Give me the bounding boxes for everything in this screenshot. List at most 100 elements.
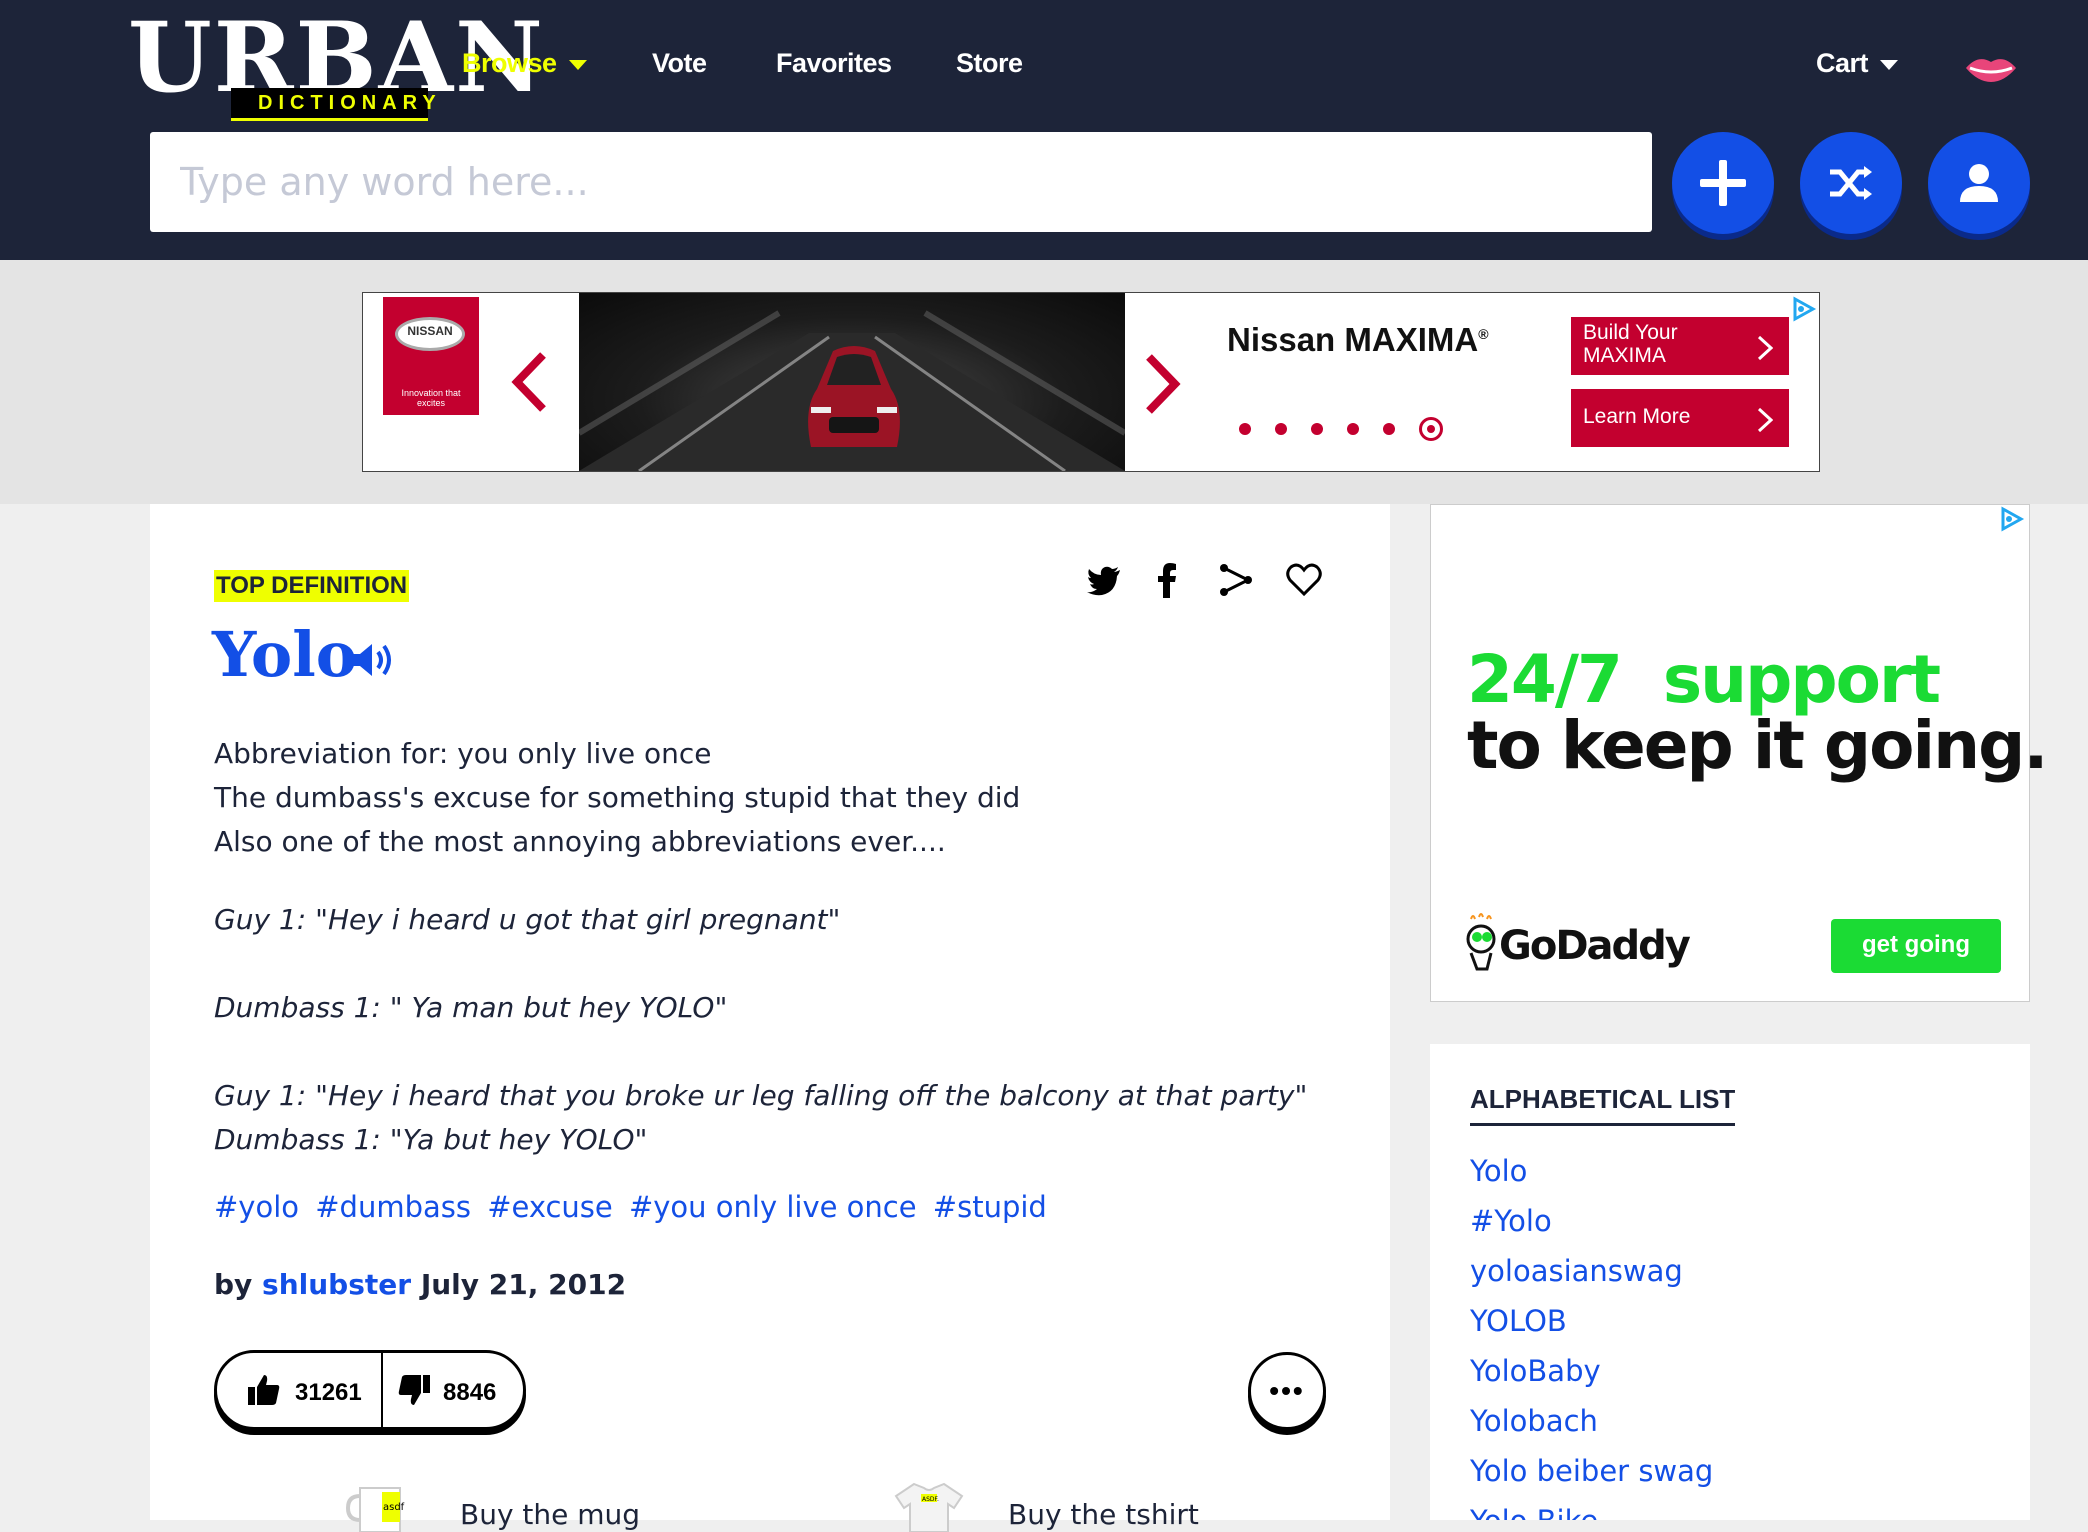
chevron-right-icon [1757,407,1773,433]
tag-link[interactable]: #dumbass [315,1190,471,1224]
ellipsis-icon: ••• [1269,1375,1305,1406]
tag-link[interactable]: #stupid [933,1190,1047,1224]
share-icon[interactable] [1218,562,1254,598]
buy-tshirt-label: Buy the tshirt [1008,1498,1199,1531]
chevron-left-icon[interactable] [509,351,549,413]
mug-print-text: asdf [383,1502,405,1513]
alphabetical-list-title: ALPHABETICAL LIST [1470,1084,1736,1126]
meaning-line: Also one of the most annoying abbreviati… [214,825,946,858]
car-graphic [808,346,900,447]
user-icon [1960,164,1998,202]
tag-link[interactable]: #yolo [214,1190,299,1224]
author-link[interactable]: shlubster [262,1268,411,1301]
add-definition-button[interactable] [1672,132,1774,234]
user-account-button[interactable] [1928,132,2030,234]
upvote-count: 31261 [295,1379,362,1406]
nav-cart[interactable]: Cart [1816,48,1899,79]
adchoices-icon[interactable] [1789,295,1817,323]
list-item[interactable]: #Yolo [1470,1196,1713,1246]
search-input[interactable] [150,132,1652,232]
word-title[interactable]: Yolo [212,618,357,691]
carousel-dot[interactable] [1239,423,1251,435]
nissan-tagline: Innovation that excites [401,388,461,408]
tag-list: #yolo #dumbass #excuse #you only live on… [214,1190,1054,1224]
definition-example: Guy 1: "Hey i heard u got that girl preg… [214,898,1314,1162]
godaddy-brand: GoDaddy [1499,923,1691,969]
carousel-dot[interactable] [1311,423,1323,435]
list-item[interactable]: Yolo Bike [1470,1496,1713,1520]
upvote-button[interactable]: 31261 [217,1353,383,1427]
definition-card: TOP DEFINITION Yolo Abbreviation for: yo… [150,504,1390,1532]
downvote-count: 8846 [443,1379,497,1406]
nav-vote[interactable]: Vote [652,48,707,79]
shuffle-icon [1830,166,1872,200]
carousel-dots[interactable] [1239,417,1467,441]
list-item[interactable]: Yolo [1470,1146,1713,1196]
example-line [214,942,1314,986]
get-going-button[interactable]: get going [1831,919,2001,973]
vote-buttons: 31261 8846 [214,1350,526,1430]
godaddy-ad[interactable]: 24/7 support to keep it going. GoDaddy g… [1430,504,2048,1002]
top-definition-badge: TOP DEFINITION [214,570,410,602]
chevron-down-icon [568,59,587,70]
alphabetical-list: ALPHABETICAL LIST Yolo #Yolo yoloasiansw… [1430,1044,2030,1520]
tag-link[interactable]: #excuse [487,1190,613,1224]
chevron-down-icon [1880,59,1899,70]
build-your-maxima-button[interactable]: Build Your MAXIMA [1571,317,1789,375]
byline: by shlubster July 21, 2012 [214,1268,626,1301]
urban-dictionary-logo[interactable]: URBAN DICTIONARY [128,10,543,121]
nav-browse-label: Browse [462,48,557,78]
ad-title-text: Nissan MAXIMA [1227,321,1479,358]
list-item[interactable]: yoloasianswag [1470,1246,1713,1296]
nav-browse[interactable]: Browse [462,48,587,79]
meaning-line: Abbreviation for: you only live once [214,737,712,770]
tag-link[interactable]: #you only live once [629,1190,917,1224]
twitter-icon[interactable] [1086,562,1122,598]
ad-band: NISSAN Innovation that excites Nissan MA… [0,260,2088,504]
definition-meaning: Abbreviation for: you only live once The… [214,732,1314,864]
carousel-dot[interactable] [1275,423,1287,435]
adchoices-icon[interactable] [1997,505,2025,533]
learn-more-button[interactable]: Learn More [1571,389,1789,447]
heart-icon[interactable] [1286,562,1322,598]
random-word-button[interactable] [1800,132,1902,234]
list-item[interactable]: Yolobach [1470,1396,1713,1446]
nav-store[interactable]: Store [956,48,1023,79]
carousel-dot[interactable] [1419,417,1443,441]
facebook-icon[interactable] [1150,562,1186,598]
site-header: URBAN DICTIONARY Browse Vote Favorites S… [0,0,2088,260]
learn-more-label: Learn More [1583,405,1691,428]
list-item[interactable]: Yolo beiber swag [1470,1446,1713,1496]
build-button-label: Build Your MAXIMA [1583,321,1678,368]
nav-cart-label: Cart [1816,48,1869,78]
tshirt-image: ASDF. [894,1482,964,1532]
registered-mark: ® [1478,326,1489,342]
carousel-dot[interactable] [1383,423,1395,435]
nissan-logo-text: NISSAN [407,324,453,338]
nissan-ad-banner[interactable]: NISSAN Innovation that excites Nissan MA… [362,292,1820,472]
list-item[interactable]: YoloBaby [1470,1346,1713,1396]
buy-mug-label: Buy the mug [460,1498,641,1531]
list-item[interactable]: YOLOB [1470,1296,1713,1346]
ad-title: Nissan MAXIMA® [1227,321,1489,359]
alphabetical-items: Yolo #Yolo yoloasianswag YOLOB YoloBaby … [1470,1146,1713,1520]
chevron-right-icon[interactable] [1143,353,1183,415]
nissan-logo: NISSAN Innovation that excites [383,297,479,415]
lips-icon[interactable] [1964,50,2018,86]
thumbs-up-icon [248,1375,280,1405]
more-options-button[interactable]: ••• [1248,1352,1326,1430]
meaning-line: The dumbass's excuse for something stupi… [214,781,1021,814]
example-line: Guy 1: "Hey i heard that you broke ur le… [214,1079,1308,1112]
carousel-dot[interactable] [1347,423,1359,435]
chevron-right-icon [1757,335,1773,361]
car-photo [579,293,1125,471]
example-line: Dumbass 1: "Ya but hey YOLO" [214,1123,648,1156]
downvote-button[interactable]: 8846 [383,1353,523,1427]
example-line: Dumbass 1: " Ya man but hey YOLO" [214,991,728,1024]
ad-headline-2: to keep it going. [1467,707,2048,784]
nav-favorites[interactable]: Favorites [776,48,892,79]
speaker-icon[interactable] [348,636,396,684]
mug-image: asdf [346,1487,405,1532]
example-line [214,1030,1314,1074]
thumbs-down-icon [398,1375,430,1405]
